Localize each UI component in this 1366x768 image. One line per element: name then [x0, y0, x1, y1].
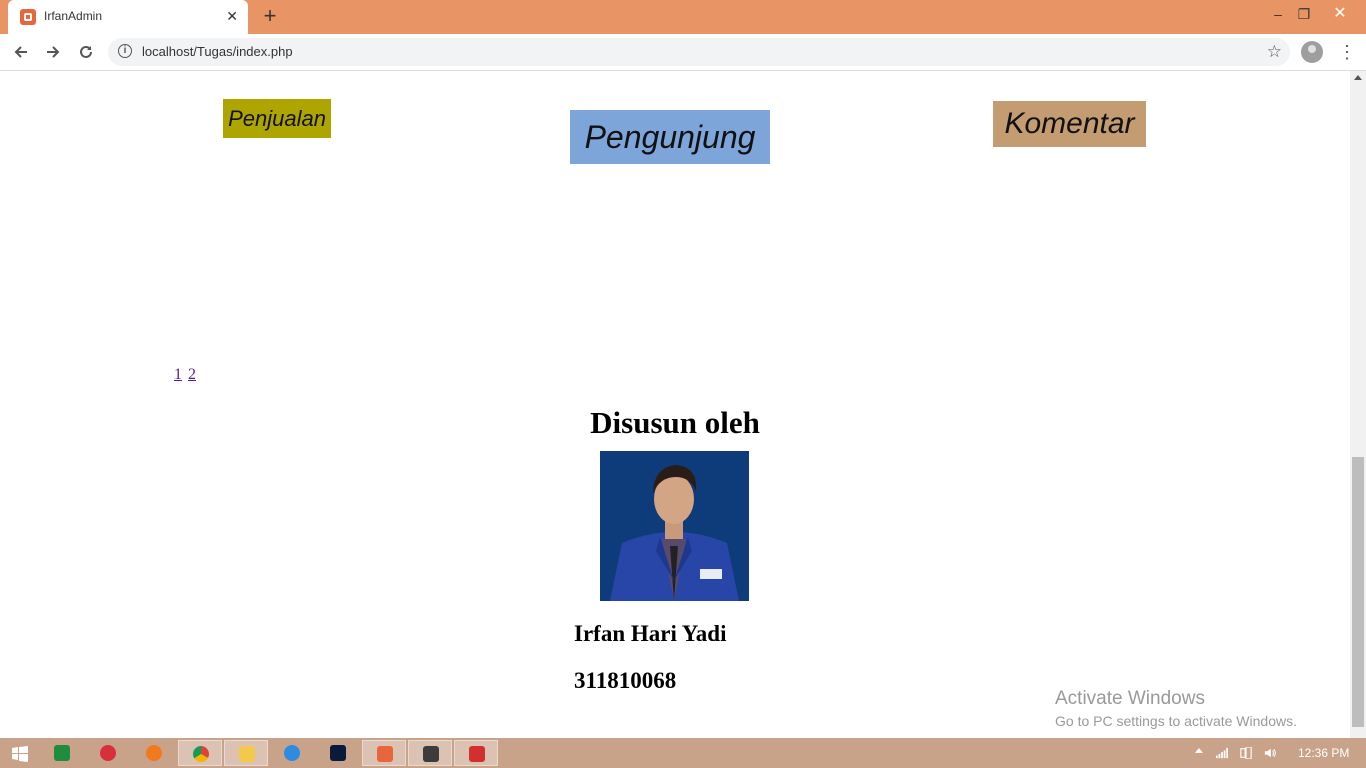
xampp-favicon-icon [20, 9, 36, 25]
reload-icon [80, 45, 92, 58]
back-button[interactable] [9, 40, 33, 64]
tray-chevron-up-icon[interactable] [1195, 748, 1203, 753]
forward-button[interactable] [41, 40, 65, 64]
photoshop-icon [330, 745, 346, 761]
browser-toolbar: i localhost/Tugas/index.php ☆ [0, 34, 1366, 71]
start-button[interactable] [0, 740, 44, 766]
firefox-icon [146, 745, 162, 761]
close-tab-icon[interactable]: ✕ [226, 8, 238, 24]
scrollbar-thumb[interactable] [1352, 457, 1364, 727]
file-explorer-icon [239, 746, 255, 762]
taskbar-browser[interactable] [270, 740, 314, 766]
taskbar-firefox[interactable] [132, 740, 176, 766]
taskbar-acrobat[interactable] [454, 740, 498, 766]
sublime-icon [423, 746, 439, 762]
taskbar-xampp[interactable] [362, 740, 406, 766]
author-id: 311810068 [574, 668, 677, 693]
xampp-icon [377, 746, 393, 762]
menu-kebab-icon[interactable]: ⋮ [1338, 42, 1356, 62]
minimize-button[interactable]: – [1265, 3, 1291, 25]
author-photo [600, 451, 749, 601]
taskbar-sublime[interactable] [408, 740, 452, 766]
taskbar-chrome[interactable] [178, 740, 222, 766]
new-tab-button[interactable]: + [258, 5, 282, 29]
taskbar-clock[interactable]: 12:36 PM [1298, 746, 1349, 760]
page-content: Penjualan Pengunjung Komentar 1 2 Disusu… [0, 71, 1350, 738]
title-bar: IrfanAdmin ✕ + – ❐ ✕ [0, 0, 1366, 34]
activate-windows-watermark: Activate Windows Go to PC settings to ac… [1055, 688, 1297, 729]
camera-icon [100, 745, 116, 761]
forward-arrow-icon [47, 46, 60, 58]
spreadsheet-icon [54, 745, 70, 761]
taskbar-camera[interactable] [86, 740, 130, 766]
page-link-1[interactable]: 1 [174, 366, 182, 383]
scroll-up-arrow-icon[interactable] [1354, 75, 1362, 80]
chrome-icon [193, 746, 209, 762]
komentar-box: Komentar [993, 101, 1146, 147]
page-link-2[interactable]: 2 [188, 366, 196, 383]
taskbar-photoshop[interactable] [316, 740, 360, 766]
bookmark-star-icon[interactable]: ☆ [1267, 42, 1282, 62]
address-bar[interactable]: i localhost/Tugas/index.php ☆ [108, 38, 1290, 66]
taskbar-spreadsheet[interactable] [40, 740, 84, 766]
browser-tab[interactable]: IrfanAdmin ✕ [8, 0, 248, 34]
browser-icon [284, 745, 300, 761]
taskbar: 12:36 PM [0, 738, 1366, 768]
vertical-scrollbar[interactable] [1350, 71, 1366, 738]
tab-title: IrfanAdmin [44, 9, 103, 23]
volume-icon[interactable] [1264, 747, 1276, 759]
maximize-button[interactable]: ❐ [1291, 3, 1317, 25]
reload-button[interactable] [74, 40, 98, 64]
taskbar-file-explorer[interactable] [224, 740, 268, 766]
url-text[interactable]: localhost/Tugas/index.php [142, 44, 293, 59]
watermark-subtitle: Go to PC settings to activate Windows. [1055, 713, 1297, 729]
pengunjung-box: Pengunjung [570, 110, 770, 164]
windows-start-icon [12, 746, 28, 762]
info-icon[interactable]: i [118, 44, 132, 58]
close-window-button[interactable]: ✕ [1327, 3, 1353, 25]
penjualan-box: Penjualan [223, 99, 331, 138]
pagination: 1 2 [174, 366, 198, 384]
watermark-title: Activate Windows [1055, 688, 1205, 709]
network-signal-icon[interactable] [1216, 747, 1228, 759]
credit-heading: Disusun oleh [590, 405, 760, 440]
device-icon[interactable] [1240, 747, 1252, 759]
acrobat-icon [469, 746, 485, 762]
author-name: Irfan Hari Yadi [574, 621, 727, 646]
back-arrow-icon [14, 46, 27, 58]
profile-avatar-icon[interactable] [1301, 41, 1323, 63]
